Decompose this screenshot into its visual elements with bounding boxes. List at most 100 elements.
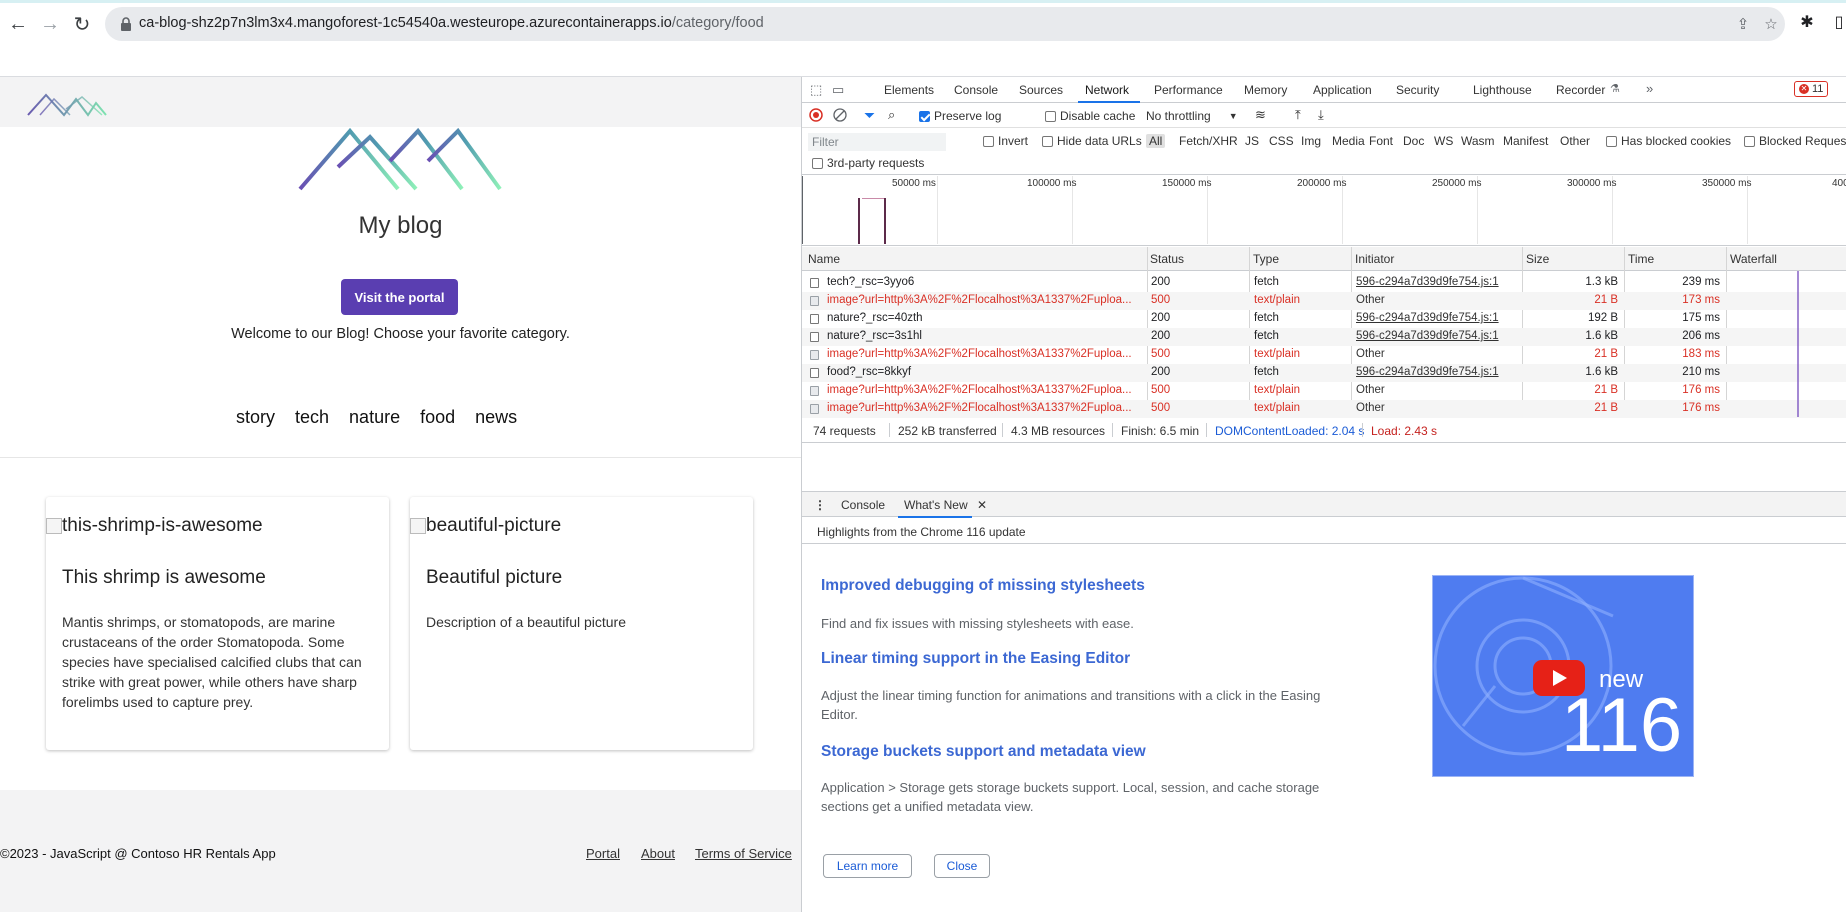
checkbox[interactable] (1042, 135, 1053, 147)
checkbox[interactable] (1744, 135, 1755, 147)
drawer-tab-whats-new[interactable]: What's New (904, 498, 968, 512)
filter-type-font[interactable]: Font (1369, 134, 1393, 148)
filter-type-js[interactable]: JS (1245, 134, 1259, 148)
whats-new-item-title[interactable]: Linear timing support in the Easing Edit… (821, 650, 1130, 668)
category-food[interactable]: food (420, 407, 455, 428)
checkbox[interactable] (812, 157, 823, 169)
blog-logo-small[interactable] (26, 91, 108, 117)
inspect-element-icon[interactable]: ⬚ (810, 82, 822, 98)
category-nature[interactable]: nature (349, 407, 400, 428)
blocked-requests-checkbox[interactable]: Blocked Requests (1744, 134, 1846, 148)
filter-type-css[interactable]: CSS (1269, 134, 1294, 148)
tab-elements[interactable]: Elements (884, 83, 934, 97)
tab-memory[interactable]: Memory (1244, 83, 1287, 97)
filter-type-media[interactable]: Media (1332, 134, 1365, 148)
footer-link-portal[interactable]: Portal (586, 846, 620, 861)
tab-security[interactable]: Security (1396, 83, 1439, 97)
request-initiator[interactable]: 596-c294a7d39d9fe754.js:1 (1356, 366, 1499, 378)
filter-type-img[interactable]: Img (1301, 134, 1321, 148)
column-header-status[interactable]: Status (1150, 252, 1184, 266)
tab-network[interactable]: Network (1085, 83, 1129, 97)
network-conditions-icon[interactable]: ≋ (1255, 107, 1266, 123)
table-row[interactable]: food?_rsc=8kkyf 200 fetch 596-c294a7d39d… (802, 364, 1846, 382)
device-toolbar-icon[interactable]: ▭ (832, 82, 844, 98)
post-card[interactable]: this-shrimp-is-awesome This shrimp is aw… (46, 497, 389, 750)
filter-type-all[interactable]: All (1146, 134, 1166, 148)
throttling-select[interactable]: No throttling ▼ (1146, 109, 1238, 123)
hide-data-urls-checkbox[interactable]: Hide data URLs (1042, 134, 1142, 148)
table-row[interactable]: image?url=http%3A%2F%2Flocalhost%3A1337%… (802, 382, 1846, 400)
has-blocked-cookies-checkbox[interactable]: Has blocked cookies (1606, 134, 1731, 148)
more-tabs-icon[interactable]: » (1646, 81, 1653, 96)
third-party-checkbox[interactable]: 3rd-party requests (812, 156, 924, 170)
record-icon[interactable] (809, 108, 823, 122)
table-row[interactable]: nature?_rsc=40zth 200 fetch 596-c294a7d3… (802, 310, 1846, 328)
tab-application[interactable]: Application (1313, 83, 1372, 97)
footer-link-about[interactable]: About (641, 846, 675, 861)
checkbox[interactable] (1045, 110, 1056, 122)
address-bar[interactable]: ca-blog-shz2p7n3lm3x4.mangoforest-1c5454… (105, 7, 1785, 41)
import-har-icon[interactable]: ⤒ (1295, 107, 1301, 123)
share-icon[interactable]: ⇪ (1733, 15, 1753, 35)
drawer-tab-console[interactable]: Console (841, 498, 885, 512)
side-panel-icon[interactable]: ▯ (1828, 12, 1846, 34)
table-row[interactable]: tech?_rsc=3yyo6 200 fetch 596-c294a7d39d… (802, 274, 1846, 292)
category-story[interactable]: story (236, 407, 275, 428)
column-header-name[interactable]: Name (808, 252, 840, 266)
network-overview-timeline[interactable]: 50000 ms 100000 ms 150000 ms 200000 ms 2… (802, 176, 1846, 246)
close-icon[interactable]: ✕ (977, 498, 987, 512)
visit-portal-button[interactable]: Visit the portal (341, 279, 458, 315)
whats-new-item-title[interactable]: Storage buckets support and metadata vie… (821, 743, 1146, 761)
filter-icon[interactable]: ⏷ (864, 107, 875, 124)
close-button[interactable]: Close (934, 854, 990, 878)
tab-performance[interactable]: Performance (1154, 83, 1223, 97)
column-header-waterfall[interactable]: Waterfall (1730, 252, 1777, 266)
footer-link-terms[interactable]: Terms of Service (695, 846, 792, 861)
filter-type-doc[interactable]: Doc (1403, 134, 1424, 148)
request-initiator[interactable]: 596-c294a7d39d9fe754.js:1 (1356, 312, 1499, 324)
reload-icon[interactable]: ↻ (68, 10, 96, 38)
tab-recorder[interactable]: Recorder (1556, 83, 1605, 97)
request-initiator[interactable]: 596-c294a7d39d9fe754.js:1 (1356, 330, 1499, 342)
column-header-size[interactable]: Size (1526, 252, 1549, 266)
table-row[interactable]: image?url=http%3A%2F%2Flocalhost%3A1337%… (802, 400, 1846, 418)
filter-type-fetch-xhr[interactable]: Fetch/XHR (1179, 134, 1238, 148)
post-card[interactable]: beautiful-picture Beautiful picture Desc… (410, 497, 753, 750)
column-header-type[interactable]: Type (1253, 252, 1279, 266)
whats-new-video-thumbnail[interactable]: new 116 (1432, 575, 1694, 777)
filter-type-other[interactable]: Other (1560, 134, 1590, 148)
disable-cache-checkbox[interactable]: Disable cache (1045, 109, 1135, 123)
category-news[interactable]: news (475, 407, 517, 428)
category-tech[interactable]: tech (295, 407, 329, 428)
learn-more-button[interactable]: Learn more (823, 854, 912, 878)
search-icon[interactable]: ⌕ (888, 107, 895, 123)
preserve-log-checkbox[interactable]: Preserve log (919, 109, 1001, 123)
column-header-initiator[interactable]: Initiator (1355, 252, 1394, 266)
forward-icon[interactable]: → (36, 10, 64, 38)
filter-type-manifest[interactable]: Manifest (1503, 134, 1548, 148)
invert-checkbox[interactable]: Invert (983, 134, 1028, 148)
checkbox-checked[interactable] (919, 110, 930, 122)
filter-input[interactable]: Filter (808, 133, 946, 151)
table-row[interactable]: image?url=http%3A%2F%2Flocalhost%3A1337%… (802, 346, 1846, 364)
bookmark-star-icon[interactable]: ☆ (1761, 15, 1781, 35)
error-count-badge[interactable]: ✕ 11 (1794, 81, 1829, 97)
back-icon[interactable]: ← (4, 10, 32, 38)
checkbox[interactable] (1606, 135, 1617, 147)
tab-console[interactable]: Console (954, 83, 998, 97)
request-size: 192 B (1587, 312, 1618, 324)
drawer-menu-icon[interactable]: ⋮ (814, 498, 826, 512)
filter-type-ws[interactable]: WS (1434, 134, 1453, 148)
extensions-icon[interactable]: ✱ (1796, 12, 1818, 34)
checkbox[interactable] (983, 135, 994, 147)
tab-lighthouse[interactable]: Lighthouse (1473, 83, 1532, 97)
column-header-time[interactable]: Time (1628, 252, 1654, 266)
whats-new-item-title[interactable]: Improved debugging of missing stylesheet… (821, 577, 1145, 595)
table-row[interactable]: nature?_rsc=3s1hl 200 fetch 596-c294a7d3… (802, 328, 1846, 346)
clear-icon[interactable] (833, 108, 847, 122)
tab-sources[interactable]: Sources (1019, 83, 1063, 97)
export-har-icon[interactable]: ⤓ (1318, 107, 1324, 123)
request-initiator[interactable]: 596-c294a7d39d9fe754.js:1 (1356, 276, 1499, 288)
table-row[interactable]: image?url=http%3A%2F%2Flocalhost%3A1337%… (802, 292, 1846, 310)
filter-type-wasm[interactable]: Wasm (1461, 134, 1495, 148)
